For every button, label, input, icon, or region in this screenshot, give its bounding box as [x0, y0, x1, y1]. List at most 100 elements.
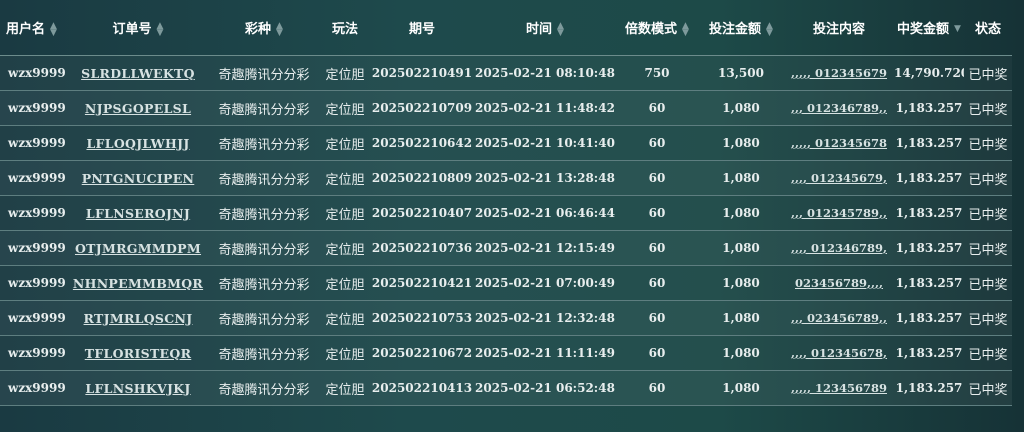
header-time[interactable]: 时间 ▲ ▼	[474, 0, 616, 56]
sort-icon[interactable]: ▲ ▼	[766, 21, 773, 37]
bet-content-link[interactable]: ,,,,, 012345679	[791, 66, 887, 80]
order-link[interactable]: LFLNSEROJNJ	[86, 206, 190, 221]
order-link[interactable]: NHNPEMMBMQR	[73, 276, 203, 291]
header-bet-amount[interactable]: 投注金额 ▲ ▼	[698, 0, 784, 56]
bet-content-link[interactable]: ,,,, 012345679,	[791, 171, 887, 185]
cell-play: 定位胆	[320, 300, 370, 336]
cell-bet-amount: 1,080	[698, 125, 784, 161]
cell-bet-content[interactable]: ,,,, 012345678,	[784, 335, 894, 371]
order-link[interactable]: TFLORISTEQR	[85, 346, 192, 361]
cell-status: 已中奖	[964, 90, 1012, 126]
cell-issue: 202502210413	[370, 370, 474, 406]
cell-issue: 202502210672	[370, 335, 474, 371]
sort-icon[interactable]: ▲ ▼	[276, 21, 283, 37]
sort-icon[interactable]: ▲ ▼	[157, 21, 164, 37]
header-status: 状态	[964, 0, 1012, 56]
cell-multiplier: 60	[616, 265, 698, 301]
cell-bet-content[interactable]: ,,, 012346789,,	[784, 90, 894, 126]
header-user[interactable]: 用户名 ▲ ▼	[0, 0, 68, 56]
cell-bet-content[interactable]: ,,,,, 012345679	[784, 55, 894, 91]
bet-content-link[interactable]: ,,, 023456789,,	[791, 311, 887, 325]
table-row: wzx9999 LFLNSEROJNJ 奇趣腾讯分分彩 定位胆 20250221…	[0, 195, 1012, 231]
cell-play: 定位胆	[320, 335, 370, 371]
header-order[interactable]: 订单号 ▲ ▼	[68, 0, 208, 56]
order-link[interactable]: NJPSGOPELSL	[85, 101, 191, 116]
cell-play: 定位胆	[320, 265, 370, 301]
bet-content-link[interactable]: ,,,, 012346789,	[791, 241, 887, 255]
cell-time: 2025-02-21 08:10:48	[474, 55, 616, 91]
bet-content-link[interactable]: 023456789,,,,	[795, 276, 883, 290]
cell-lottery: 奇趣腾讯分分彩	[208, 195, 320, 231]
cell-status: 已中奖	[964, 55, 1012, 91]
cell-user: wzx9999	[0, 125, 68, 161]
cell-bet-content[interactable]: ,,, 012345789,,	[784, 195, 894, 231]
header-win-amount[interactable]: 中奖金额 ▼	[894, 0, 964, 56]
bet-content-link[interactable]: ,,, 012346789,,	[791, 101, 887, 115]
cell-win-amount: 1,183.257	[894, 125, 964, 161]
header-time-label: 时间	[526, 22, 553, 37]
header-multiplier-label: 倍数模式	[625, 22, 678, 37]
bet-content-link[interactable]: ,,,, 012345678,	[791, 346, 887, 360]
header-issue: 期号	[370, 0, 474, 56]
cell-win-amount: 1,183.257	[894, 90, 964, 126]
cell-multiplier: 60	[616, 370, 698, 406]
cell-bet-content[interactable]: ,,,,, 012345678	[784, 125, 894, 161]
cell-status: 已中奖	[964, 160, 1012, 196]
cell-win-amount: 1,183.257	[894, 160, 964, 196]
cell-order[interactable]: TFLORISTEQR	[68, 335, 208, 371]
bet-content-link[interactable]: ,,,,, 123456789	[791, 381, 887, 395]
cell-win-amount: 1,183.257	[894, 300, 964, 336]
sort-icon[interactable]: ▲ ▼	[557, 21, 564, 37]
cell-status: 已中奖	[964, 335, 1012, 371]
cell-user: wzx9999	[0, 90, 68, 126]
table-header-row: 用户名 ▲▼ 订单号 ▲▼ 彩种 ▲▼ 玩法 期号 时间 ▲▼ 倍数模式	[0, 0, 1012, 56]
header-bet-amount-label: 投注金额	[709, 22, 762, 37]
cell-multiplier: 60	[616, 230, 698, 266]
cell-issue: 202502210407	[370, 195, 474, 231]
cell-bet-amount: 1,080	[698, 230, 784, 266]
bet-content-link[interactable]: ,,, 012345789,,	[791, 206, 887, 220]
cell-order[interactable]: SLRDLLWEKTQ	[68, 55, 208, 91]
header-lottery[interactable]: 彩种 ▲ ▼	[208, 0, 320, 56]
cell-status: 已中奖	[964, 265, 1012, 301]
order-link[interactable]: RTJMRLQSCNJ	[84, 311, 193, 326]
cell-user: wzx9999	[0, 55, 68, 91]
cell-issue: 202502210709	[370, 90, 474, 126]
bet-content-link[interactable]: ,,,,, 012345678	[791, 136, 887, 150]
sort-icon[interactable]: ▲ ▼	[682, 21, 689, 37]
cell-time: 2025-02-21 11:48:42	[474, 90, 616, 126]
cell-win-amount: 1,183.257	[894, 195, 964, 231]
cell-multiplier: 60	[616, 160, 698, 196]
bet-records-table: 用户名 ▲▼ 订单号 ▲▼ 彩种 ▲▼ 玩法 期号 时间 ▲▼ 倍数模式	[0, 0, 1012, 406]
cell-lottery: 奇趣腾讯分分彩	[208, 160, 320, 196]
cell-bet-content[interactable]: ,,,,, 123456789	[784, 370, 894, 406]
cell-order[interactable]: RTJMRLQSCNJ	[68, 300, 208, 336]
cell-order[interactable]: LFLNSHKVJKJ	[68, 370, 208, 406]
sort-icon[interactable]: ▼	[954, 25, 961, 34]
order-link[interactable]: LFLOQJLWHJJ	[86, 136, 189, 151]
table-body: wzx9999 SLRDLLWEKTQ 奇趣腾讯分分彩 定位胆 20250221…	[0, 55, 1012, 406]
order-link[interactable]: SLRDLLWEKTQ	[81, 66, 195, 81]
cell-order[interactable]: NHNPEMMBMQR	[68, 265, 208, 301]
cell-order[interactable]: LFLNSEROJNJ	[68, 195, 208, 231]
cell-bet-content[interactable]: ,,,, 012345679,	[784, 160, 894, 196]
cell-time: 2025-02-21 07:00:49	[474, 265, 616, 301]
cell-bet-content[interactable]: 023456789,,,,	[784, 265, 894, 301]
cell-bet-amount: 1,080	[698, 160, 784, 196]
cell-order[interactable]: LFLOQJLWHJJ	[68, 125, 208, 161]
cell-bet-content[interactable]: ,,, 023456789,,	[784, 300, 894, 336]
cell-lottery: 奇趣腾讯分分彩	[208, 55, 320, 91]
table-row: wzx9999 OTJMRGMMDPM 奇趣腾讯分分彩 定位胆 20250221…	[0, 230, 1012, 266]
cell-bet-content[interactable]: ,,,, 012346789,	[784, 230, 894, 266]
cell-order[interactable]: PNTGNUCIPEN	[68, 160, 208, 196]
order-link[interactable]: OTJMRGMMDPM	[75, 241, 201, 256]
header-issue-label: 期号	[408, 22, 435, 37]
order-link[interactable]: PNTGNUCIPEN	[82, 171, 195, 186]
cell-bet-amount: 1,080	[698, 335, 784, 371]
header-multiplier[interactable]: 倍数模式 ▲ ▼	[616, 0, 698, 56]
cell-order[interactable]: OTJMRGMMDPM	[68, 230, 208, 266]
sort-icon[interactable]: ▲ ▼	[50, 21, 57, 37]
order-link[interactable]: LFLNSHKVJKJ	[85, 381, 190, 396]
cell-multiplier: 60	[616, 125, 698, 161]
cell-order[interactable]: NJPSGOPELSL	[68, 90, 208, 126]
